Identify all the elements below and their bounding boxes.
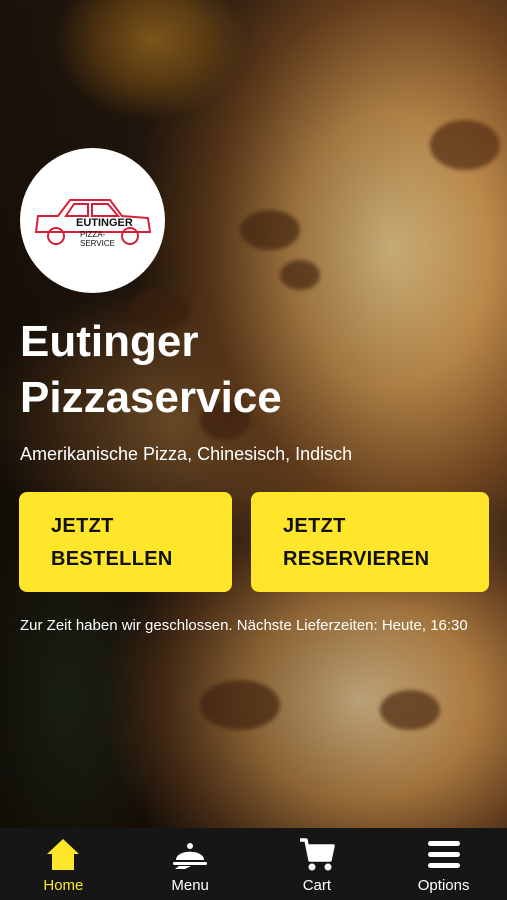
reserve-button-label-2: RESERVIEREN xyxy=(283,548,430,570)
restaurant-title: Eutinger Pizzaservice xyxy=(20,314,480,426)
order-button-label-1: JETZT xyxy=(51,515,114,537)
tab-menu-label: Menu xyxy=(171,877,209,894)
tab-menu[interactable]: Menu xyxy=(127,828,253,894)
order-button-label-2: BESTELLEN xyxy=(51,548,173,570)
cart-icon xyxy=(299,838,335,871)
reserve-now-button[interactable]: JETZT RESERVIEREN xyxy=(251,492,489,592)
cuisine-list: Amerikanische Pizza, Chinesisch, Indisch xyxy=(20,444,353,464)
restaurant-logo: EUTINGER PIZZA- SERVICE xyxy=(20,148,165,293)
order-now-button[interactable]: JETZT BESTELLEN xyxy=(19,492,232,592)
tab-options-label: Options xyxy=(417,877,470,894)
reserve-button-label-1: JETZT xyxy=(283,515,346,537)
svg-text:SERVICE: SERVICE xyxy=(80,239,115,248)
bottom-tab-bar: Home Menu Cart Options xyxy=(0,828,507,900)
tab-cart-label: Cart xyxy=(302,877,332,894)
svg-text:EUTINGER: EUTINGER xyxy=(76,217,133,229)
home-icon xyxy=(47,839,80,870)
title-line-2: Pizzaservice xyxy=(20,373,282,422)
menu-lines-icon xyxy=(427,841,460,868)
title-line-1: Eutinger xyxy=(20,317,199,366)
svg-text:PIZZA-: PIZZA- xyxy=(80,230,106,239)
opening-hours-notice: Zur Zeit haben wir geschlossen. Nächste … xyxy=(20,617,468,634)
car-logo-icon: EUTINGER PIZZA- SERVICE xyxy=(34,198,151,248)
tab-home[interactable]: Home xyxy=(0,828,126,894)
serving-dish-icon xyxy=(173,843,208,869)
tab-options[interactable]: Options xyxy=(381,828,507,894)
tab-cart[interactable]: Cart xyxy=(254,828,380,894)
tab-home-label: Home xyxy=(43,877,84,894)
